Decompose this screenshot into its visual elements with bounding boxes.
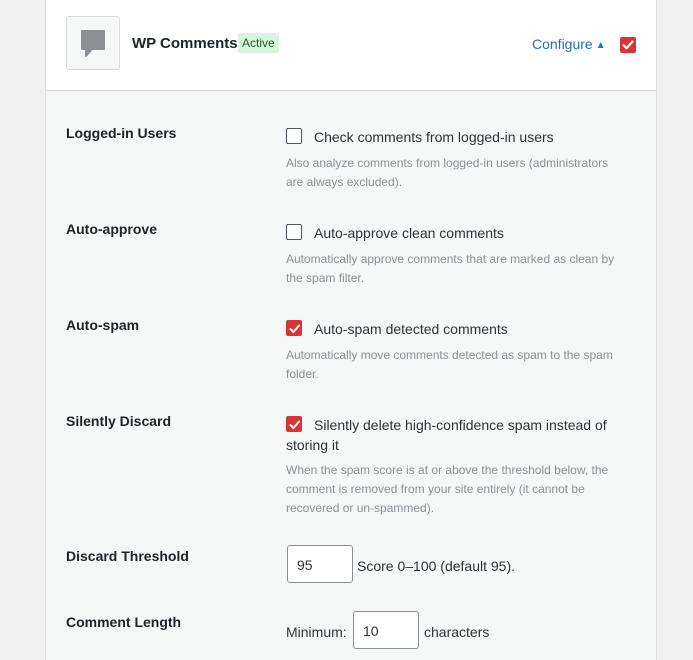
- configure-link[interactable]: Configure ▲: [532, 36, 606, 52]
- module-header: WP Comments Active Configure ▲: [46, 0, 656, 91]
- discard-threshold-label: Discard Threshold: [66, 548, 189, 564]
- silently-discard-label: Silently Discard: [66, 413, 172, 429]
- checkmark-icon: [289, 324, 300, 333]
- comment-length-suffix: characters: [424, 624, 490, 640]
- caret-up-icon: ▲: [595, 40, 606, 51]
- auto-spam-checkbox[interactable]: [286, 320, 302, 336]
- auto-approve-description: Automatically approve comments that are …: [286, 252, 615, 285]
- silently-discard-option-label[interactable]: Silently delete high-confidence spam ins…: [286, 415, 616, 455]
- logged-in-users-option-label[interactable]: Check comments from logged-in users: [314, 127, 554, 147]
- logged-in-users-label: Logged-in Users: [66, 125, 177, 141]
- auto-spam-option-label[interactable]: Auto-spam detected comments: [314, 319, 508, 339]
- auto-approve-checkbox[interactable]: [286, 224, 302, 240]
- module-panel: WP Comments Active Configure ▲ Logged-in …: [45, 0, 657, 660]
- auto-approve-option-label[interactable]: Auto-approve clean comments: [314, 223, 504, 243]
- comment-length-prefix: Minimum:: [286, 624, 347, 640]
- status-badge: Active: [238, 33, 279, 53]
- discard-threshold-hint: Score 0–100 (default 95).: [357, 558, 515, 574]
- checkmark-icon: [622, 40, 634, 50]
- comment-length-input[interactable]: 10: [353, 611, 419, 649]
- discard-threshold-input[interactable]: 95: [287, 545, 353, 583]
- logged-in-users-description: Also analyze comments from logged-in use…: [286, 156, 609, 189]
- auto-spam-label: Auto-spam: [66, 317, 140, 333]
- auto-spam-description: Automatically move comments detected as …: [286, 348, 613, 381]
- silently-discard-description: When the spam score is at or above the t…: [286, 463, 609, 515]
- module-enable-checkbox[interactable]: [620, 37, 636, 53]
- module-icon-box: [66, 16, 120, 70]
- logged-in-users-checkbox[interactable]: [286, 128, 302, 144]
- comment-length-label: Comment Length: [66, 614, 182, 630]
- speech-bubble-icon: [81, 30, 105, 57]
- module-title: WP Comments: [132, 35, 238, 52]
- auto-approve-label: Auto-approve: [66, 221, 157, 237]
- configure-label: Configure: [532, 36, 593, 52]
